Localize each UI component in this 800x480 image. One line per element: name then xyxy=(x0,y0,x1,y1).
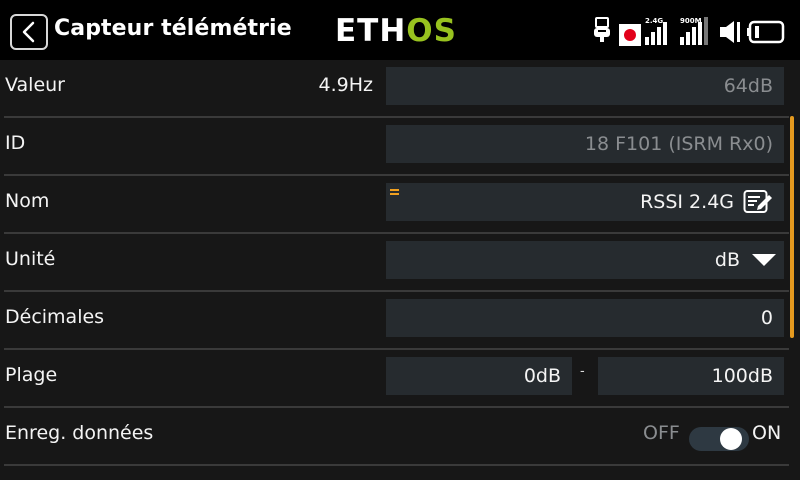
sample-rate-value: 4.9Hz xyxy=(318,74,373,96)
dropdown-triangle-icon xyxy=(751,253,777,267)
valeur-field: 64dB xyxy=(386,67,784,105)
scrollbar[interactable] xyxy=(790,116,794,338)
record-icon xyxy=(619,24,641,46)
valeur-label: Valeur xyxy=(5,74,65,96)
decimales-label: Décimales xyxy=(5,306,105,328)
unite-value: dB xyxy=(714,249,740,271)
back-button[interactable] xyxy=(10,14,48,50)
signal-2-4g-icon: 2.4G xyxy=(645,17,673,45)
id-value: 18 F101 (ISRM Rx0) xyxy=(584,133,773,155)
range-max-value: 100dB xyxy=(711,365,773,387)
decimals-field[interactable]: 0 xyxy=(386,299,784,337)
row-plage: Plage 0dB - 100dB xyxy=(0,350,800,408)
usb-icon xyxy=(591,17,613,45)
title-bar: Capteur télémétrie ETHOS 2.4G 900M xyxy=(0,0,800,60)
name-field[interactable]: RSSI 2.4G xyxy=(386,183,784,221)
data-logging-toggle[interactable] xyxy=(689,427,749,451)
plage-label: Plage xyxy=(5,364,58,386)
range-min-field[interactable]: 0dB xyxy=(386,357,572,395)
id-field: 18 F101 (ISRM Rx0) xyxy=(386,125,784,163)
valeur-value: 64dB xyxy=(723,75,773,97)
edit-icon[interactable] xyxy=(743,189,773,215)
page-title: Capteur télémétrie xyxy=(54,16,292,41)
speaker-icon xyxy=(718,19,744,45)
battery-icon xyxy=(747,20,787,44)
row-unite: Unité dB xyxy=(0,234,800,292)
nom-label: Nom xyxy=(5,190,50,212)
text-edit-marker-icon xyxy=(390,189,399,197)
toggle-off-label: OFF xyxy=(643,422,680,444)
chevron-left-icon xyxy=(22,21,35,43)
range-max-field[interactable]: 100dB xyxy=(598,357,784,395)
range-separator: - xyxy=(580,364,585,379)
row-divider xyxy=(4,464,789,466)
settings-list: Valeur 4.9Hz 64dB ID 18 F101 (ISRM Rx0) … xyxy=(0,60,800,480)
enreg-label: Enreg. données xyxy=(5,422,154,444)
row-valeur: Valeur 4.9Hz 64dB xyxy=(0,60,800,118)
unit-select[interactable]: dB xyxy=(386,241,784,279)
toggle-on-label: ON xyxy=(752,422,782,444)
range-min-value: 0dB xyxy=(523,365,561,387)
ethos-logo: ETHOS xyxy=(335,14,457,48)
row-enreg: Enreg. données OFF ON xyxy=(0,408,800,466)
logo-text-main: ETH xyxy=(335,13,407,49)
row-nom: Nom RSSI 2.4G xyxy=(0,176,800,234)
unite-label: Unité xyxy=(5,248,56,270)
logo-text-accent: OS xyxy=(406,13,457,49)
toggle-knob xyxy=(720,428,742,450)
signal-900m-icon: 900M xyxy=(680,17,712,45)
decimales-value: 0 xyxy=(760,307,773,329)
nom-value: RSSI 2.4G xyxy=(640,191,734,213)
row-id: ID 18 F101 (ISRM Rx0) xyxy=(0,118,800,176)
id-label: ID xyxy=(5,132,26,154)
row-decimales: Décimales 0 xyxy=(0,292,800,350)
